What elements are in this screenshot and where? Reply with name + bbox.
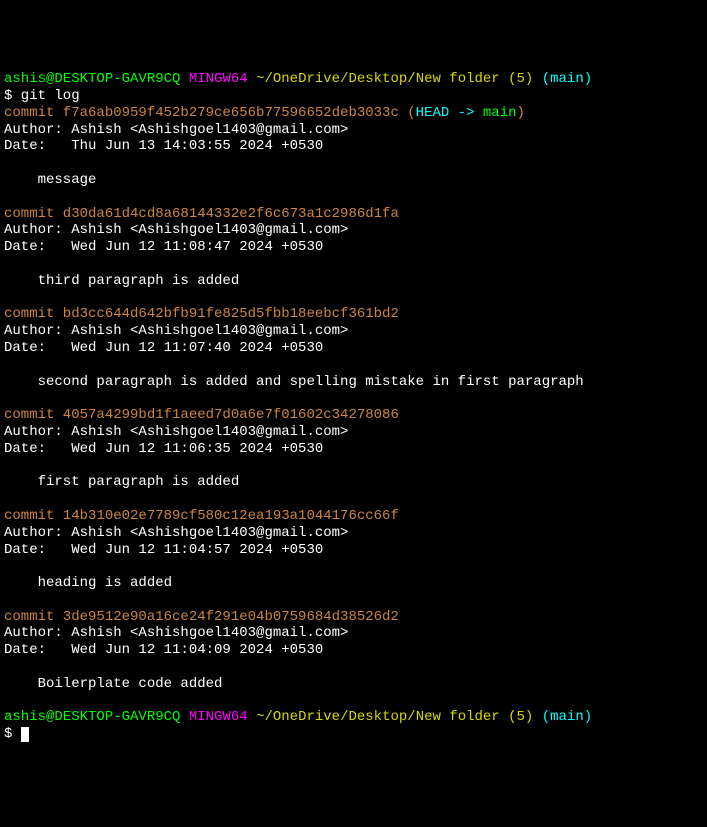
commit-author-1: Author: Ashish <Ashishgoel1403@gmail.com… <box>4 222 703 239</box>
command-line: $ git log <box>4 88 703 105</box>
commit-author-4: Author: Ashish <Ashishgoel1403@gmail.com… <box>4 525 703 542</box>
prompt-line-1: ashis@DESKTOP-GAVR9CQ MINGW64 ~/OneDrive… <box>4 71 703 88</box>
blank <box>4 659 703 676</box>
commit-date-2: Date: Wed Jun 12 11:07:40 2024 +0530 <box>4 340 703 357</box>
commit-message-4: heading is added <box>4 575 703 592</box>
path: ~/OneDrive/Desktop/New folder (5) <box>256 709 533 725</box>
system-name: MINGW64 <box>189 71 248 87</box>
commit-author-2: Author: Ashish <Ashishgoel1403@gmail.com… <box>4 323 703 340</box>
user-host: ashis@DESKTOP-GAVR9CQ <box>4 71 180 87</box>
blank <box>4 491 703 508</box>
commit-author-5: Author: Ashish <Ashishgoel1403@gmail.com… <box>4 625 703 642</box>
commit-date-0: Date: Thu Jun 13 14:03:55 2024 +0530 <box>4 138 703 155</box>
branch: (main) <box>542 71 592 87</box>
commit-date-1: Date: Wed Jun 12 11:08:47 2024 +0530 <box>4 239 703 256</box>
commit-message-1: third paragraph is added <box>4 273 703 290</box>
commit-hash-3: commit 4057a4299bd1f1aeed7d0a6e7f01602c3… <box>4 407 703 424</box>
commit-message-2: second paragraph is added and spelling m… <box>4 374 703 391</box>
commit-author-3: Author: Ashish <Ashishgoel1403@gmail.com… <box>4 424 703 441</box>
commit-hash-1: commit d30da61d4cd8a68144332e2f6c673a1c2… <box>4 206 703 223</box>
commit-hash-4: commit 14b310e02e7789cf580c12ea193a10441… <box>4 508 703 525</box>
blank <box>4 290 703 307</box>
user-host: ashis@DESKTOP-GAVR9CQ <box>4 709 180 725</box>
commit-hash-0: commit f7a6ab0959f452b279ce656b77596652d… <box>4 105 703 122</box>
blank <box>4 458 703 475</box>
commit-hash-5: commit 3de9512e90a16ce24f291e04b0759684d… <box>4 609 703 626</box>
blank <box>4 256 703 273</box>
commit-author-0: Author: Ashish <Ashishgoel1403@gmail.com… <box>4 122 703 139</box>
terminal-output[interactable]: ashis@DESKTOP-GAVR9CQ MINGW64 ~/OneDrive… <box>4 71 703 743</box>
blank <box>4 357 703 374</box>
blank <box>4 155 703 172</box>
cursor-icon <box>21 727 29 742</box>
path: ~/OneDrive/Desktop/New folder (5) <box>256 71 533 87</box>
commit-date-5: Date: Wed Jun 12 11:04:09 2024 +0530 <box>4 642 703 659</box>
commit-hash-2: commit bd3cc644d642bfb91fe825d5fbb18eebc… <box>4 306 703 323</box>
system-name: MINGW64 <box>189 709 248 725</box>
commit-message-0: message <box>4 172 703 189</box>
blank <box>4 558 703 575</box>
active-prompt[interactable]: $ <box>4 726 703 743</box>
prompt-symbol: $ <box>4 726 21 742</box>
commit-date-4: Date: Wed Jun 12 11:04:57 2024 +0530 <box>4 542 703 559</box>
blank <box>4 693 703 710</box>
blank <box>4 390 703 407</box>
commit-message-3: first paragraph is added <box>4 474 703 491</box>
commit-date-3: Date: Wed Jun 12 11:06:35 2024 +0530 <box>4 441 703 458</box>
blank <box>4 592 703 609</box>
branch: (main) <box>542 709 592 725</box>
commit-message-5: Boilerplate code added <box>4 676 703 693</box>
blank <box>4 189 703 206</box>
